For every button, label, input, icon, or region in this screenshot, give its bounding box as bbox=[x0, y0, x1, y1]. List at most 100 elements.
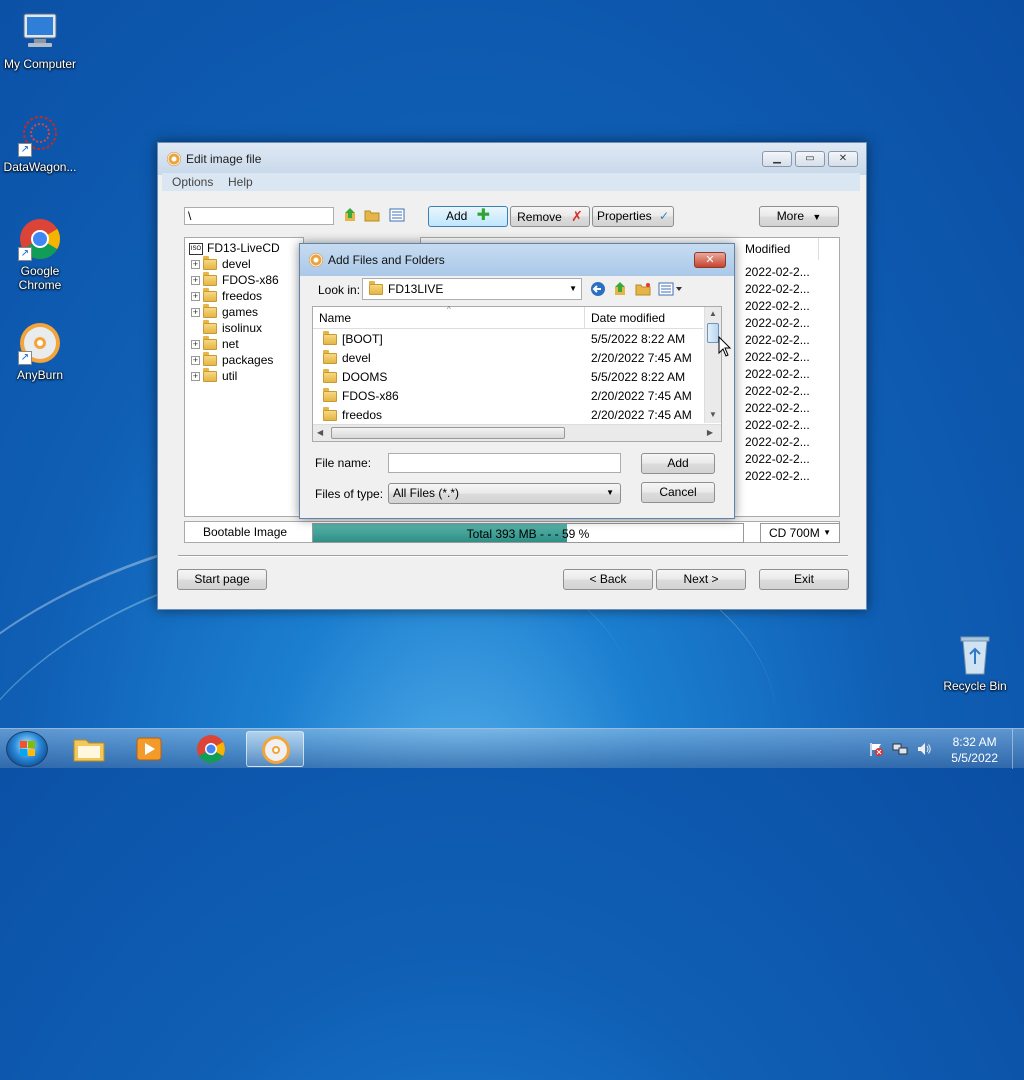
menu-options[interactable]: Options bbox=[172, 175, 213, 189]
scroll-left-icon[interactable]: ◀ bbox=[317, 428, 323, 437]
expand-icon[interactable]: + bbox=[191, 372, 200, 382]
list-item[interactable]: FDOS-x86 2/20/2022 7:45 AM bbox=[313, 387, 703, 406]
start-page-button[interactable]: Start page bbox=[177, 569, 267, 590]
scroll-down-icon[interactable]: ▼ bbox=[709, 410, 717, 419]
desktop-icon-my-computer[interactable]: My Computer bbox=[0, 10, 80, 71]
tree-item-label: FDOS-x86 bbox=[222, 273, 279, 287]
file-type-select[interactable]: All Files (*.*) ▼ bbox=[388, 483, 621, 504]
folder-icon bbox=[203, 352, 217, 367]
expand-icon[interactable]: + bbox=[191, 276, 200, 286]
horizontal-scrollbar[interactable]: ◀ ▶ bbox=[313, 424, 721, 441]
up-folder-icon[interactable] bbox=[342, 207, 358, 223]
modified-column-header[interactable]: Modified bbox=[739, 238, 819, 260]
list-item[interactable]: freedos 2/20/2022 7:45 AM bbox=[313, 406, 703, 425]
tree-item[interactable]: + FDOS-x86 bbox=[191, 272, 279, 288]
dialog-file-list[interactable]: Name ^ Date modified [BOOT] 5/5/2022 8:2… bbox=[312, 305, 722, 442]
minimize-button[interactable]: ▁ bbox=[762, 151, 792, 167]
volume-icon[interactable] bbox=[916, 741, 932, 757]
dialog-cancel-button[interactable]: Cancel bbox=[641, 482, 715, 503]
expand-icon[interactable]: + bbox=[191, 308, 200, 318]
tree-item-label: util bbox=[222, 369, 238, 383]
view-icon[interactable] bbox=[389, 207, 405, 223]
file-type-value: All Files (*.*) bbox=[393, 486, 460, 500]
desktop-icon-label: AnyBurn bbox=[16, 368, 64, 382]
folder-icon bbox=[369, 281, 383, 296]
desktop-icon-recycle-bin[interactable]: Recycle Bin bbox=[935, 632, 1015, 693]
tree-root[interactable]: ISO FD13-LiveCD bbox=[189, 240, 280, 256]
back-nav-icon[interactable] bbox=[590, 281, 606, 297]
dialog-titlebar[interactable]: Add Files and Folders ✕ bbox=[300, 244, 734, 276]
back-button[interactable]: < Back bbox=[563, 569, 653, 590]
up-folder-icon[interactable] bbox=[612, 281, 628, 297]
bootable-image-label: Bootable Image bbox=[203, 525, 288, 539]
taskbar-chrome-button[interactable] bbox=[182, 731, 240, 767]
add-button[interactable]: Add ✚ bbox=[428, 206, 508, 227]
look-in-value: FD13LIVE bbox=[388, 282, 444, 296]
tree-item[interactable]: + games bbox=[191, 304, 258, 320]
anyburn-disc-icon: ↗ bbox=[18, 321, 62, 365]
dialog-title: Add Files and Folders bbox=[328, 253, 445, 267]
horizontal-scroll-thumb[interactable] bbox=[331, 427, 565, 439]
dialog-add-button[interactable]: Add bbox=[641, 453, 715, 474]
list-item[interactable]: [BOOT] 5/5/2022 8:22 AM bbox=[313, 330, 703, 349]
properties-button[interactable]: Properties ✓ bbox=[592, 206, 674, 227]
desktop-icon-google-chrome[interactable]: ↗ Google Chrome bbox=[0, 217, 80, 292]
modified-cell: 2022-02-2... bbox=[745, 316, 810, 330]
tree-item-label: freedos bbox=[222, 289, 263, 303]
plus-icon: ✚ bbox=[476, 207, 491, 224]
dialog-close-button[interactable]: ✕ bbox=[694, 252, 726, 268]
tree-item-label: isolinux bbox=[222, 321, 263, 335]
expand-icon[interactable]: + bbox=[191, 356, 200, 366]
clock-date: 5/5/2022 bbox=[951, 751, 998, 765]
windows-logo-icon bbox=[20, 741, 35, 756]
maximize-button[interactable]: ▭ bbox=[795, 151, 825, 167]
tree-item[interactable]: + util bbox=[191, 368, 237, 384]
window-titlebar[interactable]: Edit image file ▁ ▭ ✕ bbox=[158, 143, 866, 175]
taskbar-explorer-button[interactable] bbox=[60, 731, 118, 767]
more-button[interactable]: More ▼ bbox=[759, 206, 839, 227]
path-field[interactable]: \ bbox=[184, 207, 334, 225]
desktop-icon-label: Recycle Bin bbox=[943, 679, 1007, 693]
folder-icon bbox=[323, 350, 337, 365]
folder-tree[interactable]: ISO FD13-LiveCD + devel + FDOS-x86 + freedos… bbox=[184, 237, 304, 517]
desktop-icon-datawagon[interactable]: ↗ DataWagon... bbox=[0, 113, 80, 174]
new-folder-icon[interactable] bbox=[635, 281, 651, 297]
date-column-header[interactable]: Date modified bbox=[585, 307, 703, 329]
next-button[interactable]: Next > bbox=[656, 569, 746, 590]
show-desktop-button[interactable] bbox=[1012, 729, 1024, 769]
network-icon[interactable] bbox=[892, 741, 908, 757]
vertical-scrollbar[interactable]: ▲ ▼ bbox=[704, 307, 721, 423]
menu-help[interactable]: Help bbox=[228, 175, 253, 189]
folder-icon bbox=[73, 739, 105, 762]
tree-item[interactable]: isolinux bbox=[191, 320, 262, 336]
view-menu-icon[interactable] bbox=[658, 281, 684, 297]
desktop-icon-anyburn[interactable]: ↗ AnyBurn bbox=[0, 321, 80, 382]
start-button[interactable] bbox=[6, 731, 48, 767]
tree-item[interactable]: + net bbox=[191, 336, 239, 352]
properties-check-icon: ✓ bbox=[658, 209, 670, 223]
taskbar-media-player-button[interactable] bbox=[120, 731, 178, 767]
tree-item[interactable]: + devel bbox=[191, 256, 251, 272]
action-center-flag-icon[interactable] bbox=[868, 741, 884, 757]
expand-icon[interactable]: + bbox=[191, 340, 200, 350]
exit-button[interactable]: Exit bbox=[759, 569, 849, 590]
file-name: freedos bbox=[342, 408, 383, 422]
list-item[interactable]: DOOMS 5/5/2022 8:22 AM bbox=[313, 368, 703, 387]
tree-item[interactable]: + packages bbox=[191, 352, 273, 368]
mouse-cursor-icon bbox=[718, 335, 732, 358]
close-button[interactable]: ✕ bbox=[828, 151, 858, 167]
media-select[interactable]: CD 700M ▼ bbox=[760, 523, 840, 543]
expand-icon[interactable]: + bbox=[191, 260, 200, 270]
look-in-select[interactable]: FD13LIVE ▼ bbox=[362, 278, 582, 300]
taskbar-anyburn-button[interactable] bbox=[246, 731, 304, 767]
expand-icon[interactable]: + bbox=[191, 292, 200, 302]
scroll-up-icon[interactable]: ▲ bbox=[709, 309, 717, 318]
tree-item[interactable]: + freedos bbox=[191, 288, 262, 304]
scroll-right-icon[interactable]: ▶ bbox=[707, 428, 713, 437]
list-item[interactable]: devel 2/20/2022 7:45 AM bbox=[313, 349, 703, 368]
folder-icon bbox=[203, 256, 217, 271]
system-clock[interactable]: 8:32 AM 5/5/2022 bbox=[951, 734, 998, 766]
file-name-input[interactable] bbox=[388, 453, 621, 473]
new-folder-icon[interactable] bbox=[364, 207, 380, 223]
remove-button[interactable]: Remove ✗ bbox=[510, 206, 590, 227]
